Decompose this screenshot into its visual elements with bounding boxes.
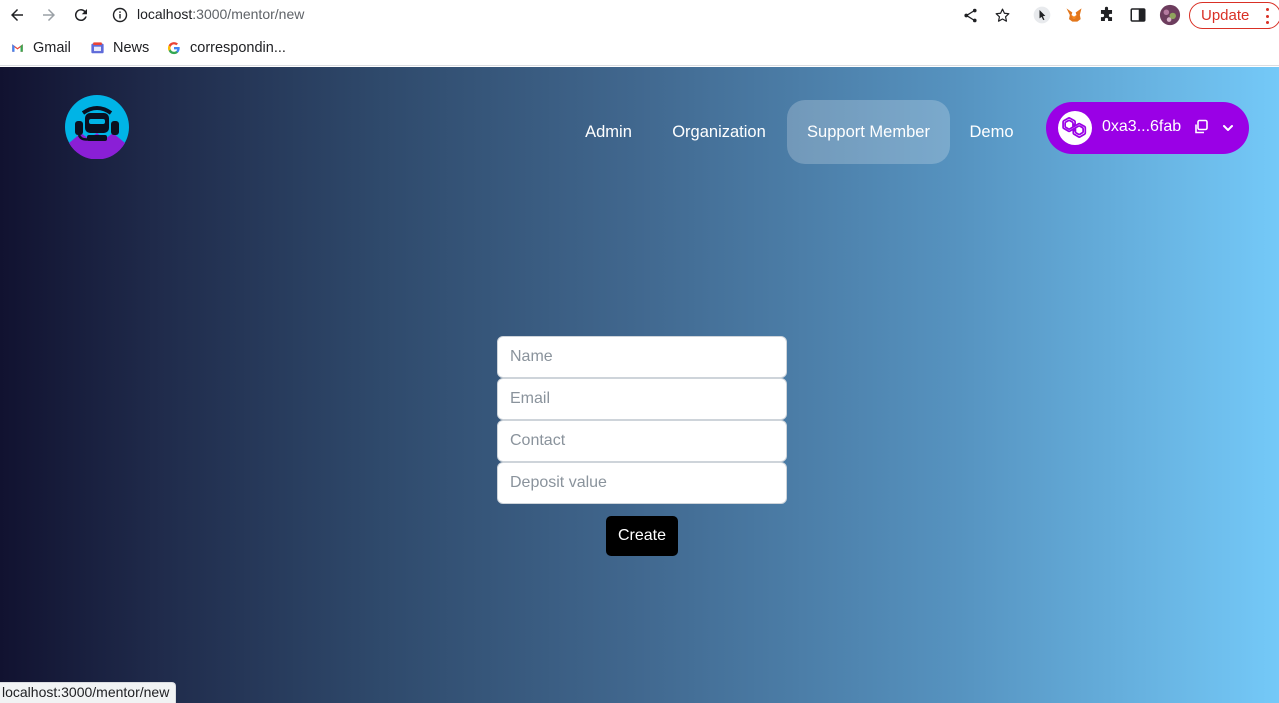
cursor-extension-icon: [1033, 6, 1051, 24]
google-icon: [166, 40, 182, 56]
copy-icon[interactable]: [1193, 119, 1209, 135]
nav-link-label: Support Member: [807, 122, 930, 141]
profile-button[interactable]: [1158, 3, 1182, 27]
nav-link-demo[interactable]: Demo: [958, 100, 1025, 164]
bookmark-label: Gmail: [33, 40, 71, 56]
metamask-fox-icon: [1066, 8, 1082, 22]
chevron-down-icon[interactable]: [1221, 121, 1235, 135]
create-button[interactable]: Create: [606, 516, 678, 556]
bookmark-label: News: [113, 40, 150, 56]
share-button[interactable]: [958, 3, 982, 27]
puzzle-icon: [1100, 6, 1112, 21]
deposit-value-input[interactable]: [497, 462, 787, 504]
forward-arrow-icon: [43, 9, 55, 21]
nav-link-label: Demo: [969, 122, 1014, 141]
email-input[interactable]: [497, 378, 787, 420]
extension-cursor-button[interactable]: [1030, 3, 1054, 27]
nav-link-support-member[interactable]: Support Member: [787, 100, 950, 164]
forward-button[interactable]: [37, 3, 61, 27]
url-text[interactable]: localhost:3000/mentor/new: [137, 6, 304, 22]
site-info-icon[interactable]: [112, 7, 128, 23]
bookmark-gmail[interactable]: Gmail: [9, 38, 71, 58]
news-icon: [89, 40, 105, 56]
address-bar[interactable]: localhost:3000/mentor/new: [102, 0, 1020, 30]
side-panel-icon: [1130, 8, 1146, 22]
page-background: Admin Organization Support Member Demo 0…: [0, 67, 1279, 703]
extension-metamask-button[interactable]: [1062, 3, 1086, 27]
update-button[interactable]: Update: [1189, 2, 1279, 29]
bookmark-google[interactable]: correspondin...: [166, 38, 286, 58]
link-status-bar: localhost:3000/mentor/new: [0, 682, 177, 703]
bookmark-label: correspondin...: [190, 40, 286, 56]
bookmark-news[interactable]: News: [89, 38, 149, 58]
nav-link-admin[interactable]: Admin: [571, 100, 646, 164]
url-path: :3000/mentor/new: [192, 6, 305, 22]
menu-dots-icon: [1266, 8, 1270, 24]
nav-link-organization[interactable]: Organization: [660, 100, 778, 164]
wallet-connect-button[interactable]: 0xa3...6fab: [1046, 102, 1249, 154]
name-input[interactable]: [497, 336, 787, 378]
back-arrow-icon: [11, 9, 23, 21]
nav-link-label: Organization: [672, 122, 766, 141]
support-bot-logo[interactable]: [65, 95, 129, 159]
extensions-button[interactable]: [1094, 3, 1118, 27]
reload-button[interactable]: [69, 3, 93, 27]
update-label: Update: [1201, 7, 1250, 24]
reload-icon: [74, 9, 87, 22]
bookmark-star-button[interactable]: [990, 3, 1014, 27]
bookmarks-bar: Gmail News correspondin...: [0, 30, 1279, 66]
nav-link-label: Admin: [585, 122, 632, 141]
star-icon: [995, 8, 1009, 22]
url-host: localhost: [137, 6, 193, 22]
contact-input[interactable]: [497, 420, 787, 462]
polygon-icon: [1058, 111, 1092, 145]
wallet-address: 0xa3...6fab: [1102, 118, 1182, 135]
browser-toolbar: localhost:3000/mentor/new Update: [0, 0, 1279, 30]
gmail-icon: [9, 40, 25, 56]
support-member-form: [497, 336, 787, 504]
profile-avatar-icon: [1159, 4, 1181, 26]
back-button[interactable]: [5, 3, 29, 27]
share-icon: [963, 8, 977, 22]
side-panel-button[interactable]: [1126, 3, 1150, 27]
